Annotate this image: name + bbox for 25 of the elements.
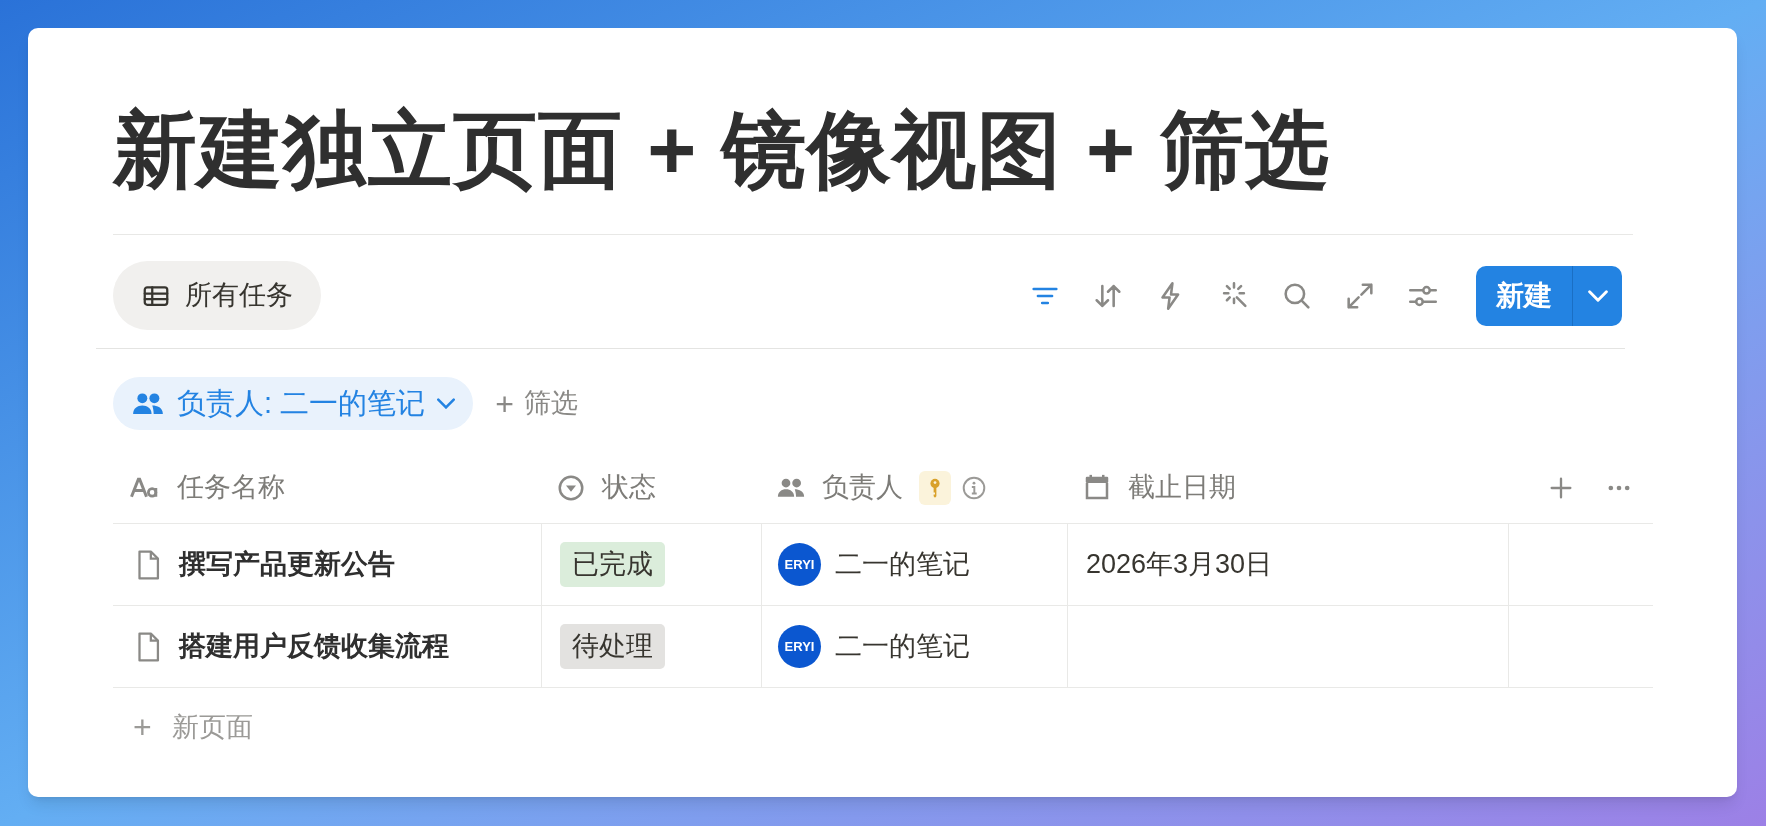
view-tab[interactable]: 所有任务 (113, 261, 321, 330)
plus-icon: + (133, 711, 152, 743)
column-header[interactable]: 截止日期 (1128, 467, 1236, 508)
avatar: ERYI (778, 543, 821, 586)
chevron-down-icon (437, 398, 456, 409)
assignee-name: 二一的笔记 (835, 548, 970, 582)
avatar: ERYI (778, 625, 821, 668)
plus-icon: + (495, 387, 514, 420)
new-page-button[interactable]: + 新页面 (113, 688, 273, 766)
due-date: 2026年3月30日 (1086, 548, 1273, 582)
new-button[interactable]: 新建 (1476, 265, 1572, 326)
status-tag: 已完成 (560, 542, 665, 587)
info-icon (961, 474, 987, 501)
status-tag: 待处理 (560, 624, 665, 669)
task-name[interactable]: 撰写产品更新公告 (179, 544, 395, 585)
filter-chip[interactable]: 负责人: 二一的笔记 (113, 377, 474, 430)
page-title: 新建独立页面 + 镜像视图 + 筛选 (113, 108, 1332, 192)
dropdown-button[interactable] (1572, 265, 1622, 326)
column-header[interactable]: 负责人 (822, 467, 903, 508)
chevron-down-icon (1586, 289, 1609, 302)
add-filter-button[interactable]: + 筛选 (495, 383, 578, 424)
column-header[interactable]: 状态 (602, 467, 656, 508)
task-name[interactable]: 搭建用户反馈收集流程 (179, 626, 449, 667)
assignee-name: 二一的笔记 (835, 630, 970, 664)
column-header[interactable]: 任务名称 (177, 467, 285, 508)
